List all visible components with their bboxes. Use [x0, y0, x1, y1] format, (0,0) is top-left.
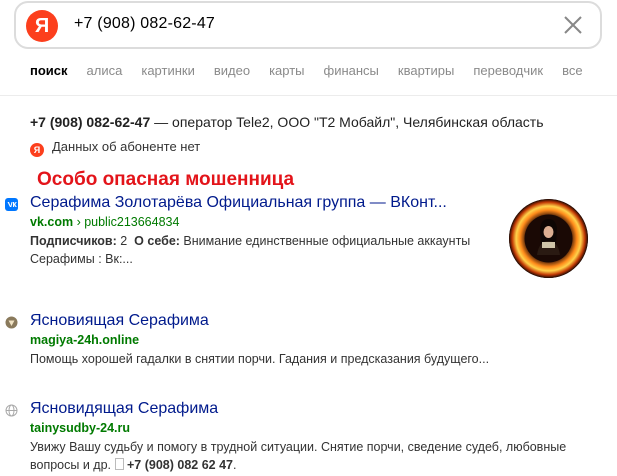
phone-operator: — оператор Tele2, ООО "Т2 Мобайл", Челяб…	[150, 114, 544, 130]
tab-images[interactable]: картинки	[141, 63, 195, 78]
desc-subscribers-value: 2	[116, 234, 128, 248]
result-title-link[interactable]: Ясновиящая Серафима	[30, 312, 489, 330]
phone-info: +7 (908) 082-62-47 — оператор Tele2, ООО…	[30, 114, 544, 130]
result-description: Помощь хорошей гадалки в снятии порчи. Г…	[30, 352, 490, 366]
search-bar: Я +7 (908) 082-62-47	[14, 1, 602, 49]
tab-translator[interactable]: переводчик	[473, 63, 543, 78]
no-data-line: Я Данных об абоненте нет	[30, 139, 200, 157]
annotation-warning: Особо опасная мошенница	[37, 169, 295, 190]
globe-icon	[5, 404, 18, 417]
tab-all[interactable]: все	[562, 63, 583, 78]
result-url[interactable]: magiya-24h.online	[30, 333, 489, 347]
desc-text: Увижу Вашу судьбу и помогу в трудной сит…	[30, 440, 567, 472]
desc-phone: +7 (908) 082 62 47	[126, 458, 233, 472]
search-result: Ясновидящая Серафима tainysudby-24.ru Ув…	[30, 400, 578, 474]
desc-label-subscribers: Подписчиков:	[30, 234, 117, 248]
result-title-link[interactable]: Серафима Золотарёва Официальная группа —…	[30, 194, 490, 212]
search-result: Серафима Золотарёва Официальная группа —…	[30, 194, 490, 268]
result-url[interactable]: vk.com › public213664834	[30, 215, 490, 229]
yandex-logo-icon[interactable]: Я	[26, 10, 58, 42]
yandex-small-icon: Я	[30, 143, 44, 157]
tab-apartments[interactable]: квартиры	[398, 63, 454, 78]
result-thumbnail-image[interactable]	[509, 199, 588, 278]
result-domain[interactable]: tainysudby-24.ru	[30, 421, 130, 435]
phone-icon	[114, 458, 124, 470]
tab-maps[interactable]: карты	[269, 63, 304, 78]
result-domain[interactable]: magiya-24h.online	[30, 333, 139, 347]
shield-icon	[5, 316, 18, 329]
search-result: Ясновиящая Серафима magiya-24h.online По…	[30, 312, 489, 368]
close-icon[interactable]	[562, 14, 584, 36]
tab-search[interactable]: поиск	[30, 63, 68, 78]
result-title-link[interactable]: Ясновидящая Серафима	[30, 400, 578, 418]
result-domain[interactable]: vk.com	[30, 215, 73, 229]
result-url[interactable]: tainysudby-24.ru	[30, 421, 578, 435]
result-description: Подписчиков: 2 О себе: Внимание единстве…	[30, 232, 490, 268]
no-data-text: Данных об абоненте нет	[52, 139, 201, 154]
tab-finance[interactable]: финансы	[324, 63, 379, 78]
search-tabs: поиск алиса картинки видео карты финансы кварт…	[30, 63, 602, 78]
result-description: Увижу Вашу судьбу и помогу в трудной сит…	[30, 438, 578, 474]
result-path[interactable]: › public213664834	[73, 215, 180, 229]
header-divider	[0, 95, 617, 96]
desc-label-about: О себе:	[134, 234, 180, 248]
tab-alice[interactable]: алиса	[87, 63, 123, 78]
search-input[interactable]: +7 (908) 082-62-47	[74, 15, 215, 33]
phone-number: +7 (908) 082-62-47	[30, 114, 151, 130]
tab-video[interactable]: видео	[214, 63, 250, 78]
desc-end: .	[232, 458, 237, 472]
vk-icon	[5, 198, 18, 211]
